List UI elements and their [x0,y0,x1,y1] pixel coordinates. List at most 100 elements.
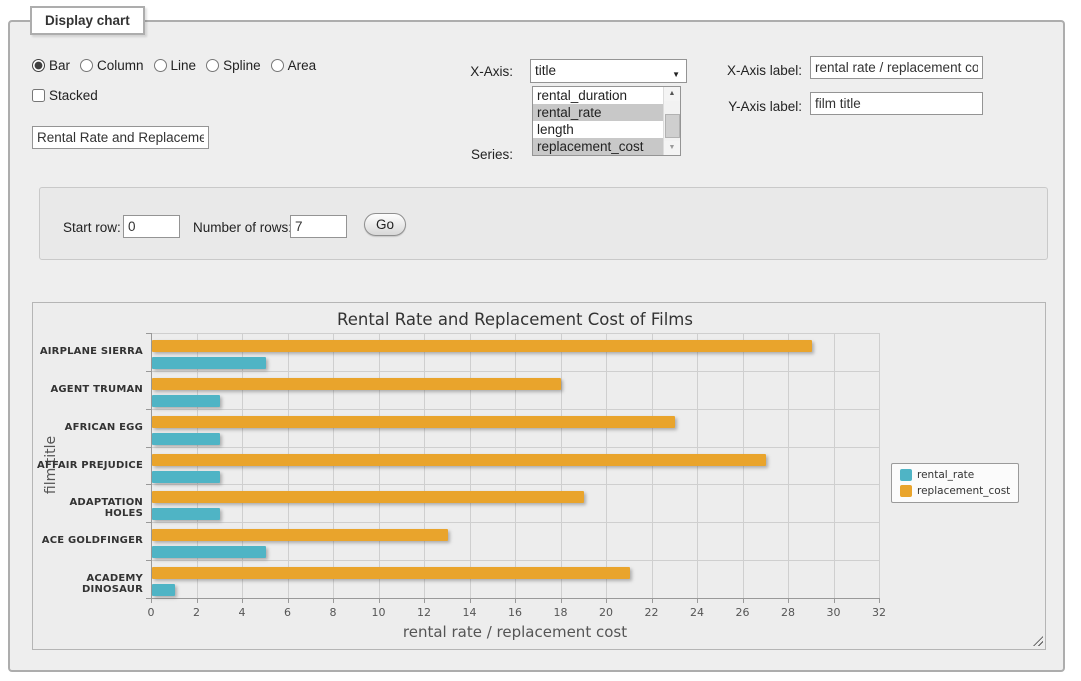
radio-bar[interactable] [32,59,45,72]
x-axis-selected-value: title [535,63,556,78]
stacked-label[interactable]: Stacked [49,88,98,103]
stacked-checkbox[interactable] [32,89,45,102]
radio-column-label[interactable]: Column [97,58,144,73]
chart-type-radio-group: Bar Column Line Spline Area [32,58,316,73]
gridline-vertical [788,333,789,598]
gridline-horizontal [152,409,880,410]
rows-panel: Start row: Number of rows: Go [39,187,1048,260]
radio-area[interactable] [271,59,284,72]
x-axis-tick-label: 0 [136,606,166,619]
x-axis-tick-label: 28 [773,606,803,619]
gridline-horizontal [152,447,880,448]
series-option[interactable]: replacement_cost [533,138,664,155]
chart-title-input[interactable] [32,126,209,149]
scrollbar-thumb[interactable] [665,114,680,138]
bar-rental_rate[interactable] [152,357,266,369]
radio-bar-label[interactable]: Bar [49,58,70,73]
radio-area-label[interactable]: Area [288,58,317,73]
x-axis-tick-label: 10 [364,606,394,619]
x-axis-tick-label: 12 [409,606,439,619]
dropdown-arrow-icon: ▼ [672,67,680,83]
resize-handle-icon[interactable] [1033,636,1043,646]
x-axis-tick [697,599,698,603]
series-option[interactable]: length [533,121,664,138]
x-axis-tick [333,599,334,603]
x-axis-tick-label: 8 [318,606,348,619]
radio-line-label[interactable]: Line [171,58,197,73]
y-axis-tick [146,333,151,334]
x-axis-label-label: X-Axis label: [720,63,802,78]
radio-spline[interactable] [206,59,219,72]
x-axis-tick-label: 32 [864,606,894,619]
start-row-input[interactable] [123,215,180,238]
legend-item[interactable]: replacement_cost [900,485,1010,497]
start-row-label: Start row: [63,220,121,235]
x-axis-tick [743,599,744,603]
bar-replacement_cost[interactable] [152,378,561,390]
x-axis-label-input[interactable] [810,56,983,79]
gridline-horizontal [152,371,880,372]
legend-item[interactable]: rental_rate [900,469,1010,481]
radio-spline-label[interactable]: Spline [223,58,261,73]
bar-rental_rate[interactable] [152,584,175,596]
series-select-label: Series: [453,147,513,162]
category-label: AFFAIR PREJUDICE [33,460,143,471]
bar-rental_rate[interactable] [152,395,220,407]
gridline-horizontal [152,333,880,334]
y-axis-tick [146,484,151,485]
gridline-vertical [834,333,835,598]
radio-line[interactable] [154,59,167,72]
series-scrollbar[interactable]: ▲ ▼ [663,87,680,155]
x-axis-select-label: X-Axis: [453,64,513,79]
bar-rental_rate[interactable] [152,433,220,445]
x-axis-title: rental rate / replacement cost [151,623,879,641]
scroll-up-icon[interactable]: ▲ [664,87,680,101]
y-axis-label-input[interactable] [810,92,983,115]
series-option[interactable]: rental_rate [533,104,664,121]
bar-rental_rate[interactable] [152,471,220,483]
gridline-horizontal [152,484,880,485]
x-axis-tick-label: 22 [637,606,667,619]
y-axis-tick [146,371,151,372]
y-axis-tick [146,409,151,410]
bar-replacement_cost[interactable] [152,529,448,541]
bar-replacement_cost[interactable] [152,454,766,466]
x-axis-tick-label: 4 [227,606,257,619]
x-axis-tick [561,599,562,603]
radio-column[interactable] [80,59,93,72]
x-axis-tick [197,599,198,603]
gridline-horizontal [152,560,880,561]
go-button[interactable]: Go [364,213,406,236]
y-axis-tick [146,598,151,599]
category-label: ACADEMY DINOSAUR [33,573,143,595]
bar-rental_rate[interactable] [152,546,266,558]
x-axis-tick [242,599,243,603]
bar-replacement_cost[interactable] [152,567,630,579]
stacked-row: Stacked [32,88,98,103]
num-rows-label: Number of rows: [193,220,292,235]
category-label: ACE GOLDFINGER [33,535,143,546]
series-option[interactable]: rental_duration [533,87,664,104]
legend-swatch [900,485,912,497]
bar-replacement_cost[interactable] [152,491,584,503]
x-axis-tick-label: 6 [273,606,303,619]
bar-replacement_cost[interactable] [152,340,812,352]
x-axis-tick-label: 30 [819,606,849,619]
y-axis-label-label: Y-Axis label: [720,99,802,114]
scroll-down-icon[interactable]: ▼ [664,141,680,155]
x-axis-tick [606,599,607,603]
category-label: AIRPLANE SIERRA [33,346,143,357]
category-label: AGENT TRUMAN [33,384,143,395]
y-axis-tick [146,522,151,523]
bar-rental_rate[interactable] [152,508,220,520]
x-axis-tick-label: 20 [591,606,621,619]
x-axis-tick [879,599,880,603]
y-axis-tick [146,560,151,561]
legend-label: rental_rate [917,469,974,481]
category-label: AFRICAN EGG [33,422,143,433]
num-rows-input[interactable] [290,215,347,238]
x-axis-select[interactable]: title ▼ [530,59,687,83]
x-axis-tick [151,599,152,603]
bar-replacement_cost[interactable] [152,416,675,428]
chart: Rental Rate and Replacement Cost of Film… [32,302,1046,650]
